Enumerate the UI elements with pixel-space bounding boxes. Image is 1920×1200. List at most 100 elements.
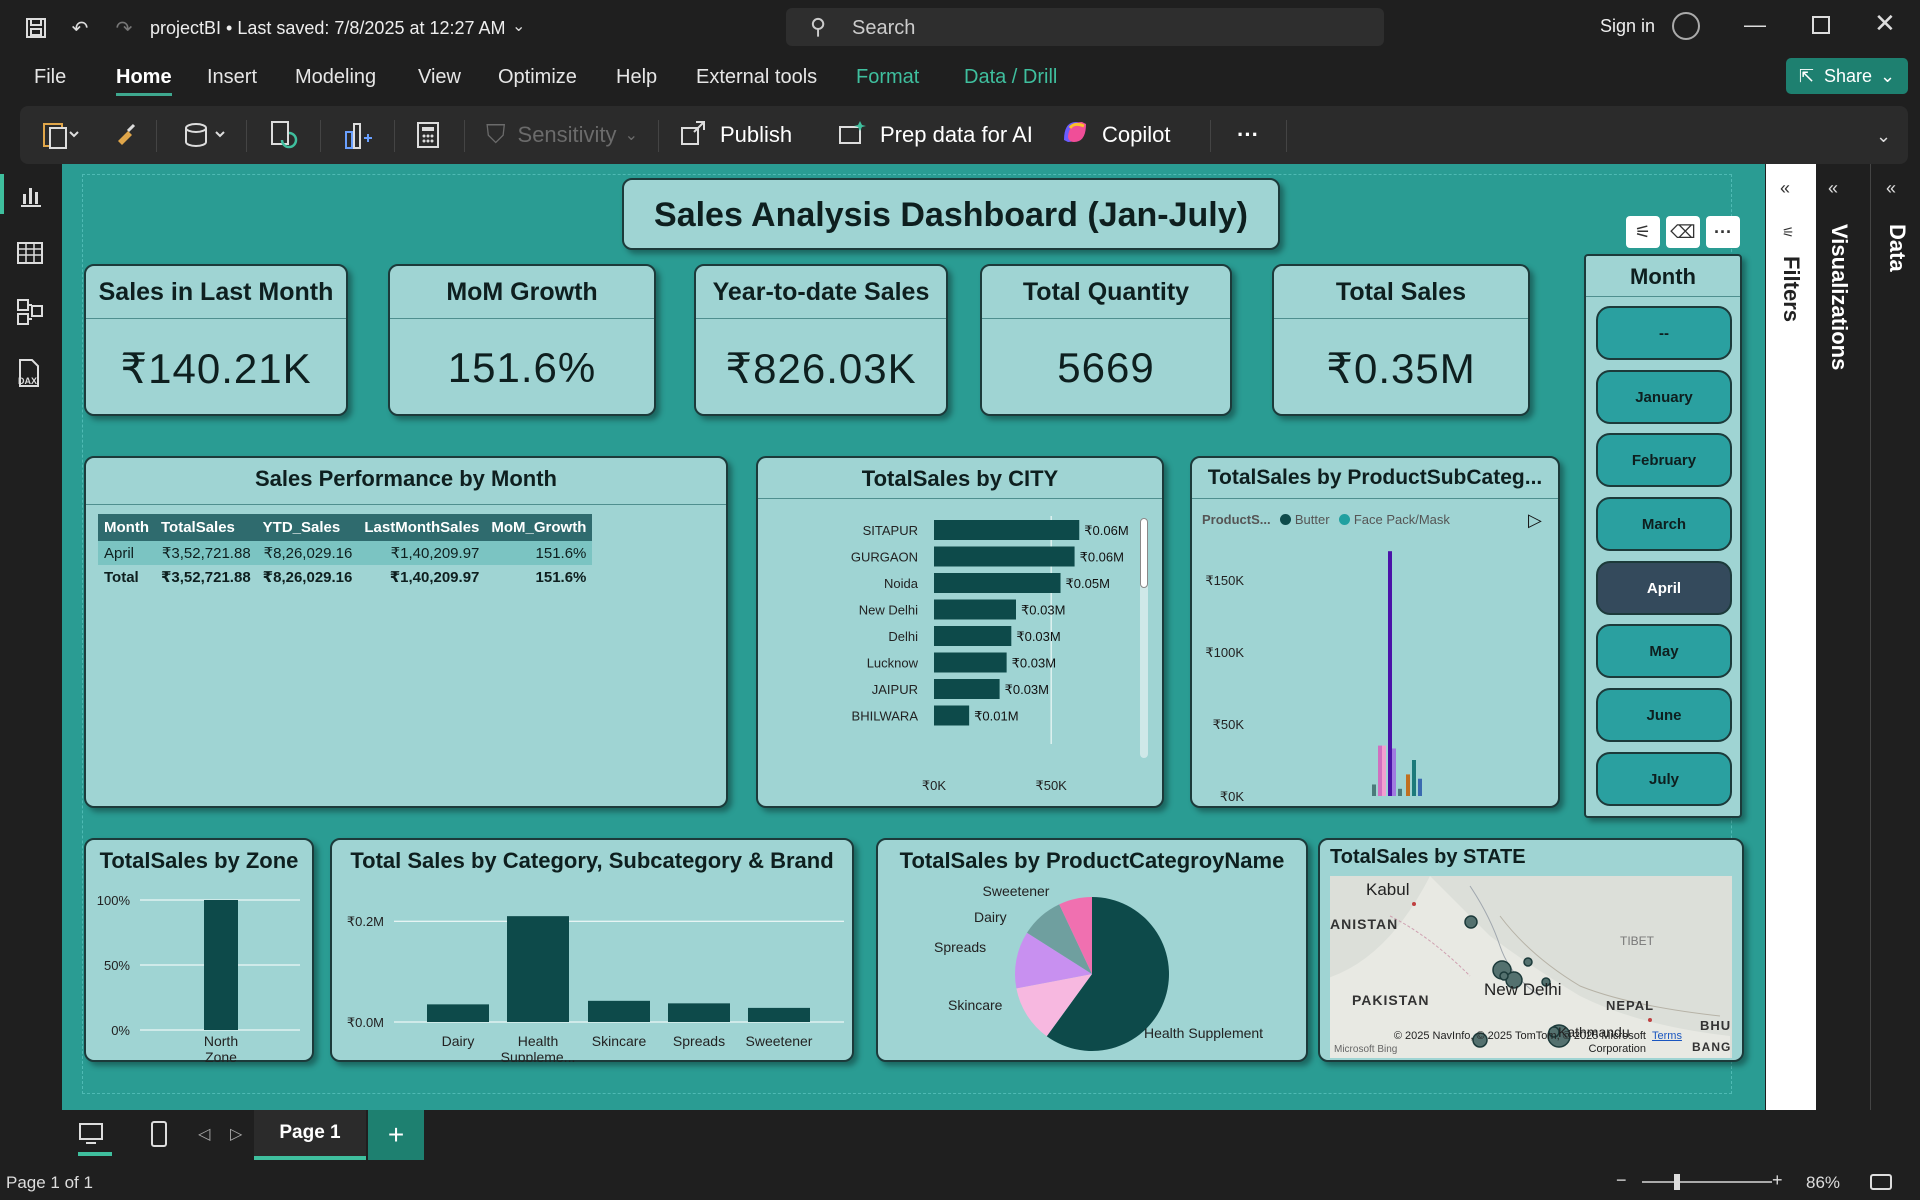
zone-sales-chart-visual[interactable]: TotalSales by Zone 0% 50% 100% North Zone [84, 838, 314, 1062]
eraser-icon[interactable]: ⌫ [1666, 216, 1700, 248]
kpi-card-ytd-sales[interactable]: Year-to-date Sales ₹826.03K [694, 264, 948, 416]
save-icon[interactable] [22, 14, 50, 42]
slicer-option[interactable]: July [1596, 752, 1732, 806]
expand-icon[interactable]: « [1780, 178, 1790, 199]
share-button[interactable]: ⇱ Share ⌄ [1786, 58, 1908, 94]
get-data-icon[interactable] [182, 120, 230, 150]
map-attribution: © 2025 NavInfo, © 2025 TomTom, © 2025 Mi… [1393, 1030, 1646, 1055]
slicer-option[interactable]: May [1596, 624, 1732, 678]
add-page-icon[interactable]: + [368, 1110, 424, 1160]
menu-optimize[interactable]: Optimize [498, 62, 577, 93]
subcategory-sales-chart-visual[interactable]: TotalSales by ProductSubCateg... Product… [1190, 456, 1560, 808]
sales-performance-table-visual[interactable]: Sales Performance by Month Month TotalSa… [84, 456, 728, 808]
title-dropdown-icon[interactable]: ⌄ [512, 16, 525, 36]
kpi-card-last-month-sales[interactable]: Sales in Last Month ₹140.21K [84, 264, 348, 416]
collapse-ribbon-icon[interactable]: ⌄ [1876, 126, 1891, 147]
filters-pane[interactable]: « ⚟ Filters [1766, 164, 1816, 1112]
menu-view[interactable]: View [418, 62, 461, 93]
category-label: GURGAON [851, 550, 918, 565]
maximize-icon[interactable] [1812, 16, 1830, 34]
terms-link[interactable]: Terms [1652, 1030, 1682, 1042]
state-sales-map-visual[interactable]: TotalSales by STATE Kabul ANISTAN PAKIST… [1318, 838, 1744, 1062]
column-header[interactable]: Month [98, 514, 155, 541]
slicer-option[interactable]: February [1596, 433, 1732, 487]
kpi-card-mom-growth[interactable]: MoM Growth 151.6% [388, 264, 656, 416]
menu-help[interactable]: Help [616, 62, 657, 93]
legend-next-icon[interactable]: ▷ [1528, 510, 1542, 531]
zoom-slider[interactable] [1642, 1181, 1772, 1183]
table-cell: ₹8,26,029.16 [256, 541, 359, 565]
expand-icon[interactable]: « [1828, 178, 1838, 199]
avatar[interactable] [1672, 12, 1700, 40]
publish-button[interactable]: Publish [680, 120, 792, 150]
table-view-icon[interactable] [16, 240, 44, 271]
menu-data-drill[interactable]: Data / Drill [964, 62, 1057, 93]
fit-to-page-icon[interactable] [1870, 1174, 1892, 1190]
chevron-down-icon: ⌄ [624, 127, 638, 144]
minimize-icon[interactable]: — [1744, 12, 1766, 38]
bar [1392, 748, 1396, 796]
menu-external-tools[interactable]: External tools [696, 62, 817, 93]
column-header[interactable]: MoM_Growth [485, 514, 593, 541]
tick-label: 100% [97, 893, 131, 908]
menu-insert[interactable]: Insert [207, 62, 257, 93]
new-visual-icon[interactable] [342, 120, 372, 150]
zoom-out-icon[interactable]: − [1616, 1170, 1627, 1191]
map-label: New Delhi [1484, 980, 1562, 999]
slicer-option[interactable]: January [1596, 370, 1732, 424]
mobile-layout-icon[interactable] [150, 1120, 168, 1153]
page-tabs-bar: ◁ ▷ Page 1 + [0, 1110, 1920, 1164]
bar [507, 916, 569, 1022]
menu-file[interactable]: File [34, 62, 66, 93]
table-row[interactable]: April ₹3,52,721.88 ₹8,26,029.16 ₹1,40,20… [98, 541, 593, 565]
slicer-option[interactable]: -- [1596, 306, 1732, 360]
refresh-icon[interactable] [268, 120, 298, 150]
redo-icon[interactable]: ↷ [110, 14, 138, 42]
prep-data-button[interactable]: Prep data for AI [838, 120, 1033, 150]
next-page-icon[interactable]: ▷ [230, 1124, 242, 1144]
copilot-button[interactable]: Copilot [1060, 120, 1170, 150]
slicer-option[interactable]: March [1596, 497, 1732, 551]
legend-item[interactable]: Butter [1295, 512, 1330, 527]
city-sales-chart-visual[interactable]: TotalSales by CITY SITAPUR ₹0.06M GURGAON ₹… [756, 456, 1164, 808]
scrollbar[interactable] [1140, 518, 1148, 758]
report-view-icon[interactable] [18, 182, 44, 213]
filter-icon[interactable]: ⚟ [1626, 216, 1660, 248]
close-icon[interactable]: ✕ [1874, 8, 1896, 39]
menu-modeling[interactable]: Modeling [295, 62, 376, 93]
column-header[interactable]: YTD_Sales [256, 514, 359, 541]
expand-icon[interactable]: « [1886, 178, 1896, 199]
slicer-option-selected[interactable]: April [1596, 561, 1732, 615]
data-label[interactable]: Data [1884, 224, 1910, 272]
zoom-in-icon[interactable]: + [1772, 1170, 1783, 1191]
search-box[interactable]: ⚲ Search [786, 8, 1384, 46]
more-options-icon[interactable]: ··· [1216, 120, 1280, 150]
slicer-option[interactable]: June [1596, 688, 1732, 742]
visualizations-label[interactable]: Visualizations [1826, 224, 1852, 370]
sign-in-link[interactable]: Sign in [1600, 16, 1655, 37]
prev-page-icon[interactable]: ◁ [198, 1124, 210, 1144]
kpi-card-total-sales[interactable]: Total Sales ₹0.35M [1272, 264, 1530, 416]
page-tab[interactable]: Page 1 [254, 1110, 366, 1160]
column-header[interactable]: LastMonthSales [358, 514, 486, 541]
legend-swatch [1280, 514, 1292, 525]
format-painter-icon[interactable] [112, 120, 140, 150]
legend-item[interactable]: Face Pack/Mask [1354, 512, 1450, 527]
menu-format[interactable]: Format [856, 62, 919, 93]
product-category-pie-visual[interactable]: TotalSales by ProductCategroyName Health… [876, 838, 1308, 1062]
zoom-slider-thumb[interactable] [1674, 1174, 1680, 1190]
calculator-icon[interactable] [416, 120, 440, 150]
desktop-layout-icon[interactable] [78, 1122, 104, 1151]
model-view-icon[interactable] [16, 298, 44, 331]
column-header[interactable]: TotalSales [154, 514, 257, 541]
sensitivity-button[interactable]: ⛉ Sensitivity ⌄ [486, 119, 638, 150]
paste-icon[interactable] [40, 120, 80, 150]
undo-icon[interactable]: ↶ [66, 14, 94, 42]
kpi-value: 5669 [1057, 344, 1155, 391]
menu-home[interactable]: Home [116, 62, 172, 96]
map-area[interactable]: Kabul ANISTAN PAKISTAN TIBET New Delhi N… [1330, 876, 1732, 1058]
visual-more-icon[interactable]: ··· [1706, 216, 1740, 248]
dax-query-icon[interactable]: DAX [14, 358, 44, 393]
category-sales-chart-visual[interactable]: Total Sales by Category, Subcategory & B… [330, 838, 854, 1062]
kpi-card-total-quantity[interactable]: Total Quantity 5669 [980, 264, 1232, 416]
